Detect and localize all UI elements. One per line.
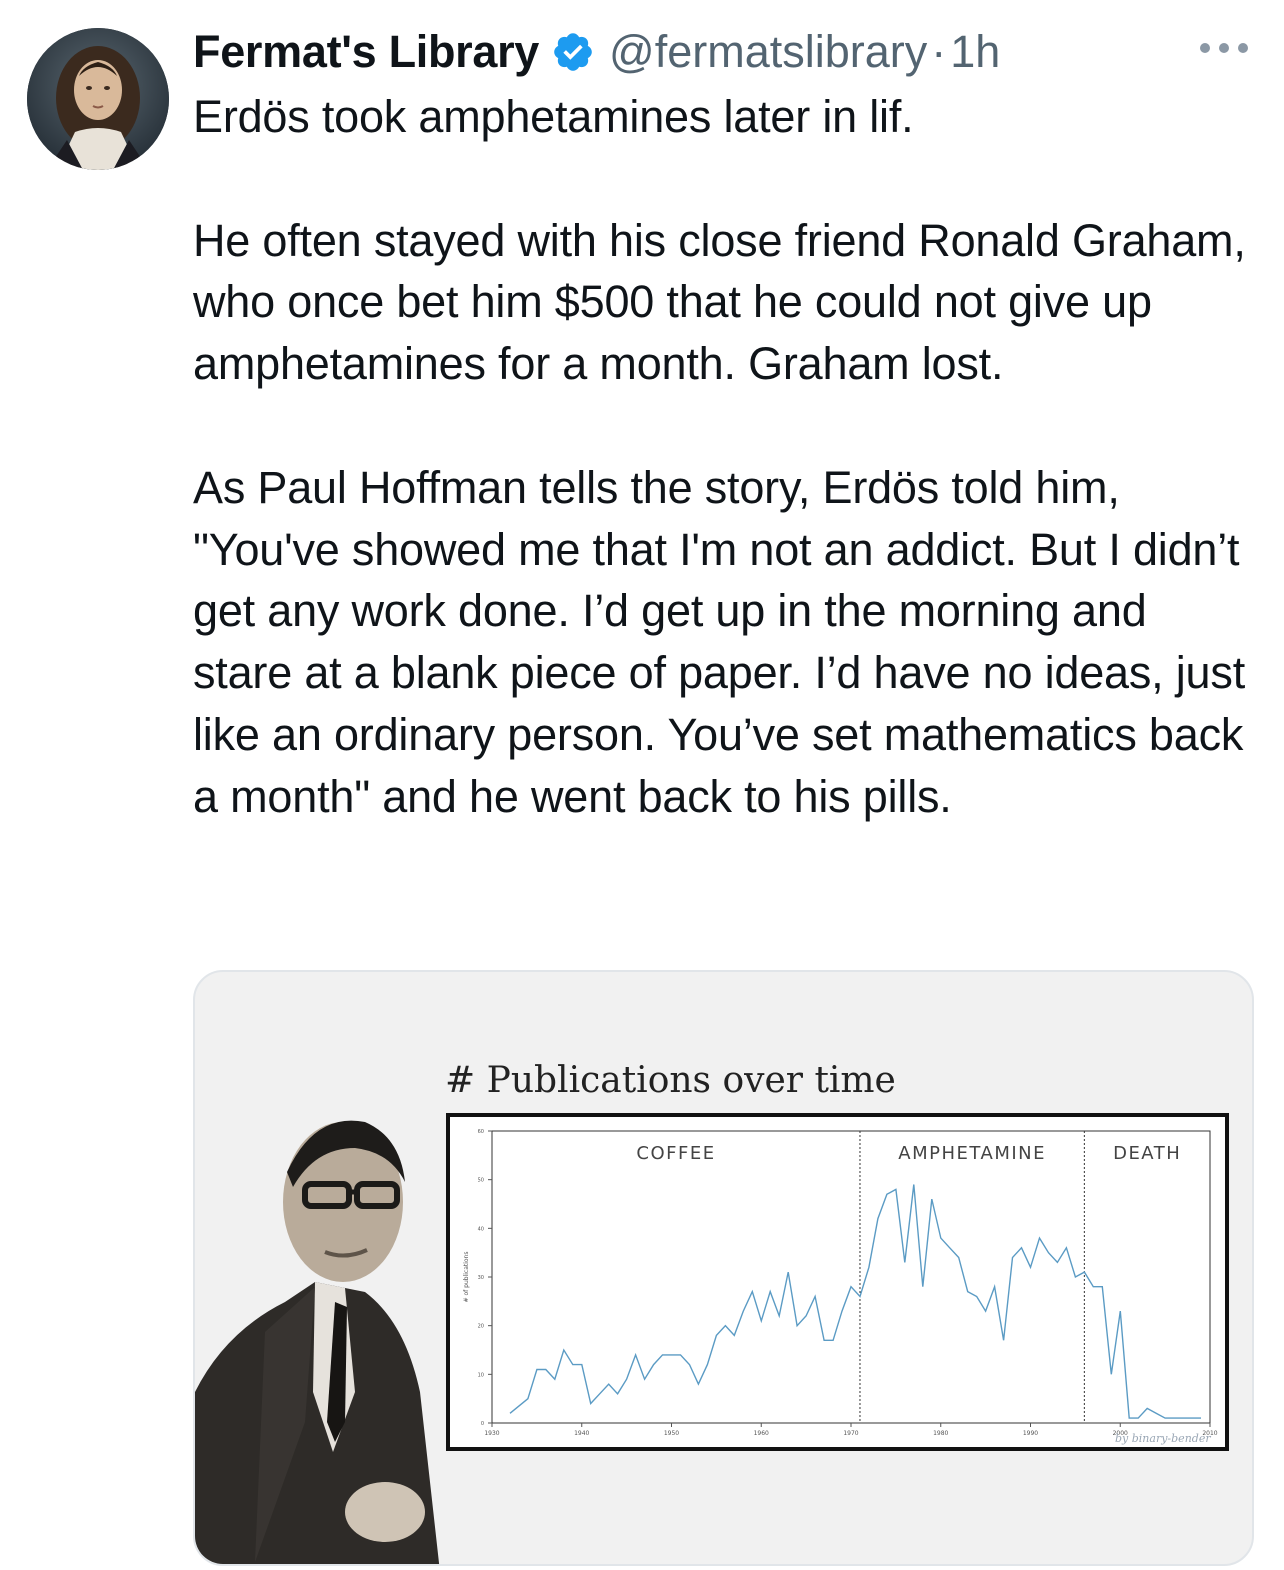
y-tick-label: 0: [481, 1421, 484, 1427]
tweet-media[interactable]: # Publications over time 1930 1940 1950 196…: [193, 970, 1254, 1566]
region-label: DEATH: [1113, 1143, 1181, 1164]
y-tick-label: 60: [478, 1129, 484, 1135]
y-tick-label: 10: [478, 1372, 484, 1378]
more-dot: [1219, 43, 1229, 53]
region-label: AMPHETAMINE: [898, 1143, 1046, 1164]
x-tick-label: 1970: [843, 1430, 858, 1437]
chart-frame: 1930 1940 1950 1960 1970 1980 1990 2000 2010 0 10 2…: [446, 1113, 1229, 1451]
y-axis-label: # of publications: [463, 1252, 470, 1303]
separator-dot: ·: [931, 26, 947, 77]
tweet-text: Erdös took amphetamines later in lif. He…: [193, 91, 1246, 822]
tweet-time[interactable]: 1h: [950, 26, 1000, 78]
series-line: [509, 1184, 1201, 1419]
plot-area: [491, 1130, 1211, 1424]
x-tick-label: 1990: [1023, 1430, 1038, 1437]
verified-badge-icon: [554, 33, 592, 71]
publications-chart: 1930 1940 1950 1960 1970 1980 1990 2000 20100102…: [463, 1129, 1218, 1437]
region-label: COFFEE: [636, 1143, 715, 1164]
x-tick-label: 1960: [754, 1430, 769, 1437]
erdos-photo: [195, 1092, 440, 1564]
author-name[interactable]: Fermat's Library: [193, 26, 539, 78]
avatar[interactable]: [27, 28, 169, 170]
x-tick-label: 1950: [664, 1430, 679, 1437]
chart-title: # Publications over time: [445, 1060, 896, 1101]
y-tick-label: 40: [478, 1226, 484, 1232]
x-tick-label: 1930: [484, 1430, 499, 1437]
author-handle[interactable]: @fermatslibrary: [609, 26, 927, 78]
tweet-header: Fermat's Library @fermatslibrary · 1h: [193, 24, 1000, 80]
y-tick-label: 50: [478, 1178, 484, 1184]
x-tick-label: 1980: [933, 1430, 948, 1437]
portrait-avatar-image: [27, 28, 169, 170]
more-options-icon[interactable]: [1200, 36, 1248, 60]
chart-credit: by binary-bender: [1115, 1432, 1211, 1445]
x-tick-label: 1940: [574, 1430, 589, 1437]
more-dot: [1238, 43, 1248, 53]
y-tick-label: 20: [478, 1324, 484, 1330]
more-dot: [1200, 43, 1210, 53]
y-tick-label: 30: [478, 1275, 484, 1281]
